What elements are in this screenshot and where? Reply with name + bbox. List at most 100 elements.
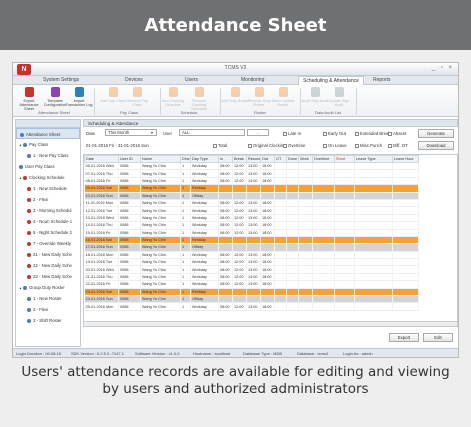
table-row[interactable]: 24-01-2016 Sun 0088 Wang Yu Chin 1 Offday (84, 295, 419, 304)
column-header-day-type[interactable]: Day Type (190, 155, 219, 163)
checkbox-late-in[interactable]: Late In (283, 131, 301, 136)
table-row[interactable]: 25-01-2016 Mon 0088 Wang Yu Chin 1 Workday 08… (84, 302, 419, 311)
table-row[interactable]: 12-01-2016 Tue 0088 Wang Yu Chin 1 Workday 08… (84, 206, 419, 215)
checkbox-box[interactable] (283, 143, 287, 148)
checkbox-box[interactable] (355, 143, 359, 148)
column-header-short[interactable]: Short (334, 155, 355, 163)
sidebar-item-pay-class[interactable]: ▲ Pay Class (16, 139, 80, 150)
checkbox-early-out[interactable]: Early Out (323, 131, 346, 136)
sidebar-item-22-new-daily-sche[interactable]: 22 - New Daily Sche (16, 260, 80, 271)
column-header-break[interactable]: Break (232, 155, 247, 163)
sidebar-item-5-night-schedule-2[interactable]: 5 - Night Schedule 2 (16, 227, 80, 238)
column-header-user-id[interactable]: User ID (118, 155, 141, 163)
expand-icon[interactable]: ▲ (19, 176, 22, 180)
user-select[interactable]: ALL (179, 129, 245, 136)
checkbox-box[interactable] (388, 131, 392, 136)
column-header-ot[interactable]: OT (274, 155, 287, 163)
ribbon-add-clocking-schedule-button[interactable]: Add Clocking Schedule (159, 87, 187, 107)
checkbox-box[interactable] (355, 131, 359, 136)
expand-icon[interactable]: ▲ (19, 286, 22, 290)
table-row[interactable]: 14-01-2016 Thu 0088 Wang Yu Chin 1 Workday 08… (84, 221, 419, 230)
ribbon-update-sign-audit-button[interactable]: Update Sign Audit (325, 87, 353, 107)
sidebar-item-2-flexi[interactable]: 2 - Flexi (16, 194, 80, 205)
table-row[interactable]: 17-01-2016 Sun 0088 Wang Yu Chin 1 Offday (84, 243, 419, 252)
table-row[interactable]: 18-01-2016 Mon 0088 Wang Yu Chin 1 Workday 08… (84, 251, 419, 260)
window-controls[interactable]: _ ▫ × (432, 65, 454, 71)
checkbox-box[interactable] (388, 143, 392, 148)
checkbox-absent[interactable]: Absent (388, 131, 406, 136)
checkbox-overtime[interactable]: Overtime (283, 143, 305, 148)
checkbox-total[interactable]: Total (213, 143, 227, 148)
column-header-leave-hour[interactable]: Leave Hour (392, 155, 419, 163)
column-header-resume[interactable]: Resume (246, 155, 261, 163)
checkbox-extended-break[interactable]: Extended Break (355, 131, 391, 136)
checkbox-box[interactable] (283, 131, 287, 136)
column-header-dinz[interactable]: Dinz (180, 155, 191, 163)
checkbox-box[interactable] (213, 143, 217, 148)
sidebar-item-23-new-daily-sche[interactable]: 23 - New Daily Sche (16, 271, 80, 282)
sidebar-item-3-shift-roster[interactable]: 3 - Shift Roster (16, 315, 80, 326)
menu-reports[interactable]: Reports (373, 77, 391, 83)
checkbox-original-clocking[interactable]: Original Clocking (248, 143, 285, 148)
column-header-name[interactable]: Name (140, 155, 181, 163)
column-header-out[interactable]: Out (260, 155, 275, 163)
menu-monitoring[interactable]: Monitoring (241, 77, 264, 83)
tab-scheduling-attendance[interactable]: Scheduling & Attendance (83, 119, 458, 127)
column-header-done[interactable]: Done (286, 155, 299, 163)
edit-button[interactable]: Edit (423, 333, 453, 342)
table-row[interactable]: 10-01-2016 Sun 0088 Wang Yu Chin 1 Offday (84, 192, 419, 200)
ribbon-import-transaction-log-button[interactable]: Import Transaction Log (65, 87, 93, 107)
table-row[interactable]: 16-01-2016 Sat 0088 Wang Yu Chin 1 Restday (84, 236, 419, 245)
sidebar-item-clocking-schedule[interactable]: ▲ Clocking Schedule (16, 172, 80, 183)
checkbox-box[interactable] (248, 143, 252, 148)
table-row[interactable]: 08-01-2016 Fri 0088 Wang Yu Chin 1 Workday 08… (84, 177, 419, 186)
export-button[interactable]: Export (389, 333, 419, 342)
column-header-in[interactable]: In (218, 155, 233, 163)
column-header-leave-type[interactable]: Leave Type (354, 155, 393, 163)
sidebar-item-7-override-weekly[interactable]: 7 - Override Weekly (16, 238, 80, 249)
expand-icon[interactable]: ▲ (19, 143, 22, 147)
table-row[interactable]: 23-01-2016 Sat 0088 Wang Yu Chin 1 Restday (84, 288, 419, 297)
sidebar-item-1-new-pay-class[interactable]: 1 - New Pay Class (16, 150, 80, 161)
column-header-overtime[interactable]: Overtime (312, 155, 335, 163)
generate-button[interactable]: Generate (418, 129, 454, 138)
sidebar-item-3-morning-schedul[interactable]: 3 - Morning Schedul (16, 205, 80, 216)
table-row[interactable]: 15-01-2016 Fri 0088 Wang Yu Chin 1 Workday 08… (84, 229, 419, 237)
table-row[interactable]: 09-01-2016 Sat 0088 Wang Yu Chin 1 Restday (84, 184, 419, 193)
table-row[interactable]: 11-01-2016 Mon 0088 Wang Yu Chin 1 Workday 08… (84, 199, 419, 208)
table-row[interactable]: 07-01-2016 Thu 0088 Wang Yu Chin 1 Workday 08… (84, 169, 419, 178)
table-row[interactable]: 22-01-2016 Fri 0088 Wang Yu Chin 1 Workday 08… (84, 280, 419, 289)
table-row[interactable]: 21-01-2016 Thu 0088 Wang Yu Chin 1 Workday 08… (84, 273, 419, 282)
menu-users[interactable]: Users (185, 77, 198, 83)
ribbon-remove-pay-class-button[interactable]: Remove Pay Class (123, 87, 151, 107)
sidebar-item-2-flexi[interactable]: 2 - Flexi (16, 304, 80, 315)
checkbox-diff-ot[interactable]: Diff. OT (388, 143, 408, 148)
table-row[interactable]: 20-01-2016 Wed 0088 Wang Yu Chin 1 Workday 08… (84, 265, 419, 274)
column-header-date[interactable]: Date (84, 155, 119, 163)
menu-system-settings[interactable]: System Settings (43, 77, 79, 83)
sidebar-item-21-new-daily-sche[interactable]: 21 - New Daily Sche (16, 249, 80, 260)
checkbox-miss-punch[interactable]: Miss Punch (355, 143, 382, 148)
menu-devices[interactable]: Devices (125, 77, 143, 83)
checkbox-on-leave[interactable]: On Leave (323, 143, 347, 148)
sidebar-item-1-new-schedule[interactable]: 1 - New Schedule (16, 183, 80, 194)
horizontal-scrollbar[interactable] (84, 321, 457, 326)
sidebar-item-1-new-roster[interactable]: 1 - New Roster (16, 293, 80, 304)
checkbox-box[interactable] (323, 143, 327, 148)
checkbox-box[interactable] (323, 131, 327, 136)
download-button[interactable]: Download (418, 141, 454, 150)
ribbon-export-attendance-sheet-button[interactable]: Export Attendance Sheet (15, 87, 43, 112)
sidebar-item-attendance-sheet[interactable]: Attendance Sheet (16, 128, 80, 139)
sidebar-item-group-duty-roster[interactable]: ▲ Group Duty Roster (16, 282, 80, 293)
user-browse-button[interactable]: ... (247, 129, 269, 136)
menu-scheduling-attendance[interactable]: Scheduling & Attendance (298, 76, 364, 85)
sidebar-item-4-noon-schedule-1[interactable]: 4 - Noon Schedule 1 (16, 216, 80, 227)
table-row[interactable]: 06-01-2016 Wed 0088 Wang Yu Chin 1 Workday 08… (84, 162, 419, 171)
table-row[interactable]: 13-01-2016 Wed 0088 Wang Yu Chin 1 Workday 08… (84, 214, 419, 223)
column-header-work[interactable]: Work (298, 155, 313, 163)
sidebar-item-user-pay-class[interactable]: User Pay Class (16, 161, 80, 172)
ribbon-remove-clocking-schedule-button[interactable]: Remove Clocking Schedule (185, 87, 213, 112)
ribbon-batch-update-roster-button[interactable]: Batch Update Roster (269, 87, 297, 107)
table-row[interactable]: 19-01-2016 Tue 0088 Wang Yu Chin 1 Workday 08… (84, 258, 419, 267)
date-select[interactable]: This Month ▾ (105, 129, 157, 136)
